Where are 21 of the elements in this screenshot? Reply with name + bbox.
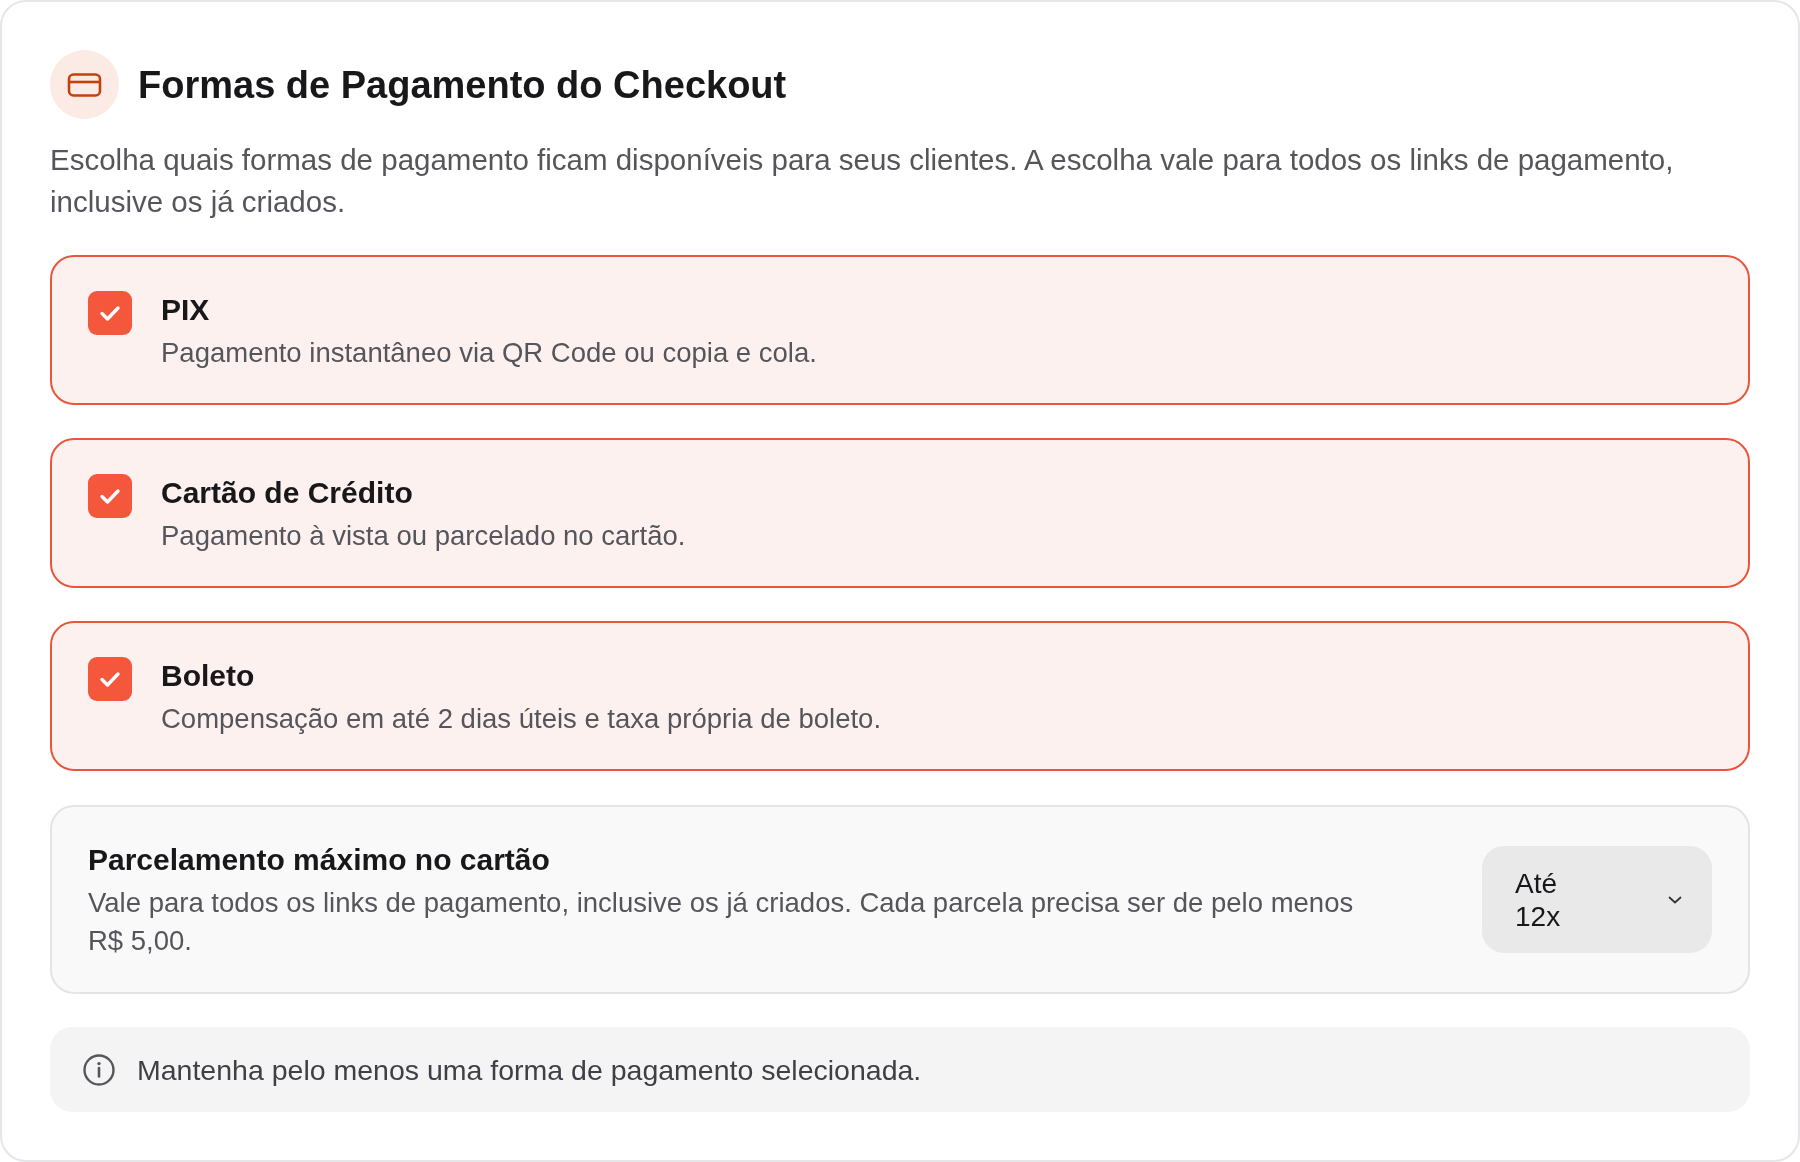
chevron-down-icon [1668,895,1682,904]
installment-select[interactable]: Até 12x [1482,846,1712,953]
notice-text: Mantenha pelo menos uma forma de pagamento selecionada. [137,1052,922,1088]
page-title: Formas de Pagamento do Checkout [138,62,787,108]
option-description: Pagamento instantâneo via QR Code ou copia e cola. [161,336,817,370]
info-icon [83,1053,115,1086]
checkbox[interactable] [88,291,132,335]
installment-title: Parcelamento máximo no cartão [88,841,551,878]
option-description: Pagamento à vista ou parcelado no cartão. [161,519,686,553]
payment-option-card[interactable]: Cartão de Crédito Pagamento à vista ou parcelado no cartão. [50,438,1750,588]
checkbox[interactable] [88,474,132,518]
option-title: Boleto [161,658,256,694]
option-title: PIX [161,292,211,328]
payment-option-card[interactable]: Boleto Compensação em até 2 dias úteis e taxa própria de boleto. [50,621,1750,771]
option-description: Compensação em até 2 dias úteis e taxa própria de boleto. [161,702,882,736]
option-title: Cartão de Crédito [161,475,414,511]
payment-option-card[interactable]: PIX Pagamento instantâneo via QR Code ou copia e cola. [50,255,1750,405]
installment-description: Vale para todos os links de pagamento, inclusive os já criados. Cada parcela precisa ser de pelo menos R$ 5,00. [88,885,1355,958]
page-description: Escolha quais formas de pagamento ficam disponíveis para seus clientes. A escolha vale para todos os links de pagamento, inclusive os já criados. [50,142,1675,220]
credit-card-icon [50,50,119,119]
checkbox[interactable] [88,657,132,701]
